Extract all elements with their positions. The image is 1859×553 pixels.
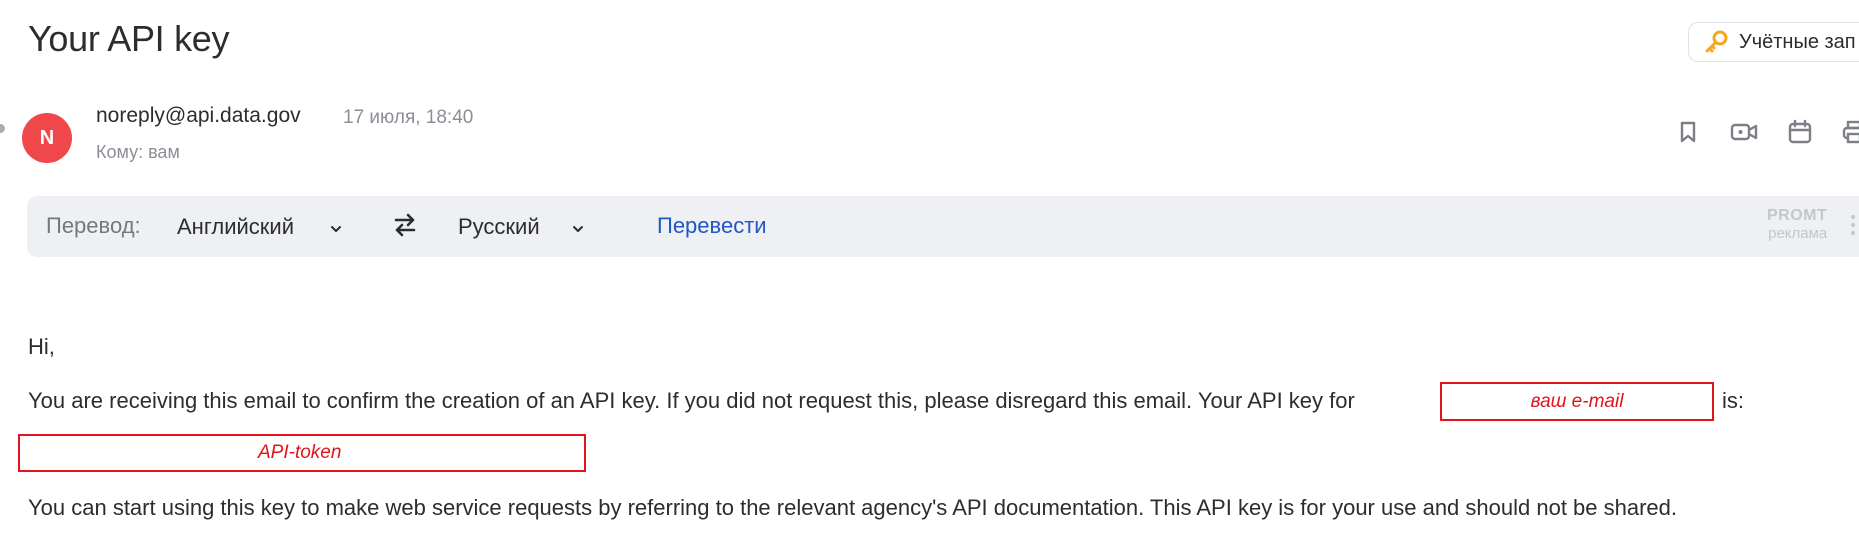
translate-button[interactable]: Перевести — [657, 213, 767, 239]
print-icon — [1842, 120, 1859, 144]
recipient-line: Кому: вам — [96, 142, 180, 162]
promt-ad-label: реклама — [1768, 225, 1828, 242]
key-icon — [1705, 30, 1728, 53]
bookmark-button[interactable] — [1672, 116, 1704, 148]
calendar-button[interactable] — [1784, 116, 1816, 148]
redacted-email: ваш e-mail — [1440, 382, 1714, 421]
chevron-down-icon[interactable] — [329, 222, 343, 236]
bookmark-icon — [1680, 121, 1696, 143]
chevron-down-icon[interactable] — [571, 222, 585, 236]
accounts-button-label: Учётные зап — [1739, 30, 1856, 53]
translate-label: Перевод: — [46, 213, 141, 238]
video-icon — [1730, 123, 1758, 141]
swap-arrows-icon[interactable] — [390, 210, 420, 240]
source-language-select[interactable]: Английский — [177, 214, 294, 240]
translate-bar — [27, 196, 1859, 257]
calendar-icon — [1788, 119, 1812, 144]
email-date: 17 июля, 18:40 — [343, 107, 474, 128]
target-language-select[interactable]: Русский — [458, 214, 540, 240]
print-button[interactable] — [1838, 116, 1859, 148]
email-subject: Your API key — [28, 18, 230, 59]
sender-address[interactable]: noreply@api.data.gov — [96, 104, 301, 128]
sidebar-handle[interactable] — [0, 124, 5, 133]
promt-ad-brand: PROMT — [1767, 207, 1828, 224]
body-paragraph-1: You are receiving this email to confirm … — [28, 388, 1355, 413]
body-paragraph-1-tail: is: — [1722, 388, 1744, 413]
video-call-button[interactable] — [1728, 116, 1760, 148]
more-vertical-icon[interactable] — [1850, 214, 1856, 236]
body-paragraph-2: You can start using this key to make web… — [28, 495, 1678, 520]
greeting: Hi, — [28, 334, 55, 359]
accounts-button[interactable]: Учётные зап — [1688, 22, 1859, 62]
redacted-api-token: API-token — [18, 434, 586, 472]
avatar[interactable]: N — [22, 113, 72, 163]
promt-ad[interactable]: PROMT реклама — [1767, 207, 1828, 242]
